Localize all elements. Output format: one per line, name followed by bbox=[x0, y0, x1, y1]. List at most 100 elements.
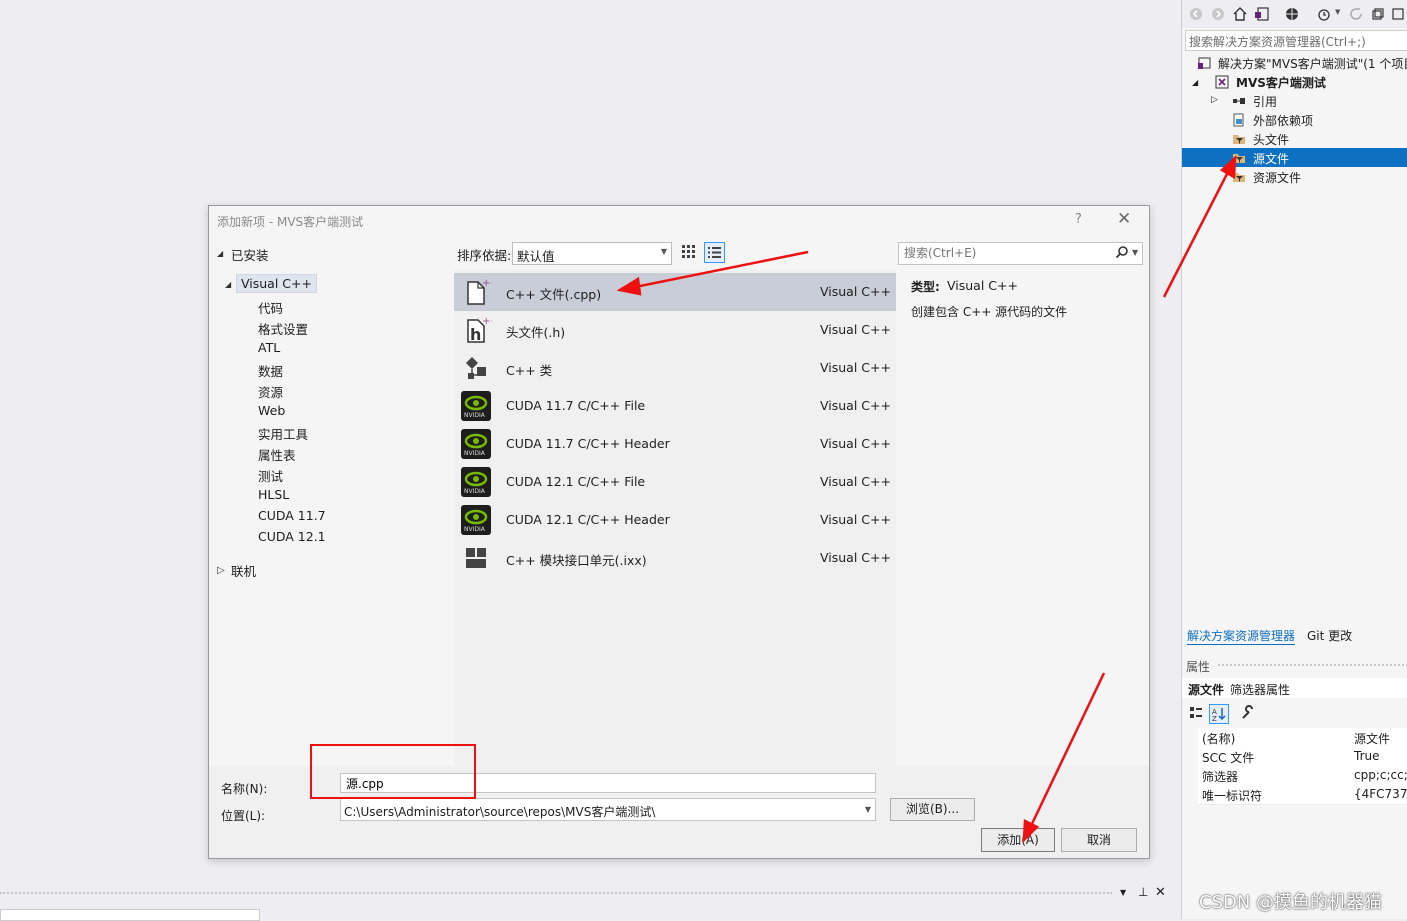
property-row[interactable]: 唯一标识符 {4FC737F bbox=[1198, 785, 1407, 805]
template-row-cuda-117-header[interactable]: NVIDIA CUDA 11.7 C/C++ Header Visual C++ bbox=[454, 425, 896, 463]
svg-text:++: ++ bbox=[482, 316, 492, 327]
refresh-icon[interactable] bbox=[1348, 6, 1364, 22]
location-combobox[interactable]: C:\Users\Administrator\source\repos\MVS客… bbox=[340, 798, 876, 821]
tree-item-cuda-117[interactable]: CUDA 11.7 bbox=[258, 508, 326, 523]
switch-views-icon[interactable] bbox=[1254, 6, 1270, 22]
categorized-icon[interactable] bbox=[1188, 705, 1204, 721]
tree-external-dependencies[interactable]: 外部依赖项 bbox=[1253, 112, 1313, 129]
properties-title: 属性 bbox=[1186, 660, 1211, 674]
tree-item-web[interactable]: Web bbox=[258, 403, 285, 418]
alphabetical-icon[interactable]: AZ bbox=[1209, 704, 1229, 724]
add-button[interactable]: 添加(A) bbox=[981, 828, 1055, 852]
tree-references[interactable]: 引用 bbox=[1253, 93, 1277, 110]
nvidia-icon: NVIDIA bbox=[461, 429, 491, 459]
forward-icon[interactable] bbox=[1210, 6, 1226, 22]
globe-icon[interactable] bbox=[1284, 6, 1300, 22]
property-value: {4FC737F bbox=[1354, 787, 1407, 801]
sort-select[interactable]: 默认值 ▼ bbox=[512, 242, 672, 265]
tree-source-files[interactable]: 源文件 bbox=[1253, 150, 1289, 167]
bottom-tool-window-strip: ▼ ⊥ ✕ bbox=[0, 882, 1181, 921]
history-icon[interactable] bbox=[1316, 6, 1332, 22]
cpp-class-icon bbox=[466, 357, 486, 379]
grid-view-icon[interactable] bbox=[680, 243, 698, 261]
properties-panel: 属性 源文件 筛选器属性 AZ (名称) 源文件 SCC 文件 True 筛选器… bbox=[1182, 654, 1407, 919]
tree-item-hlsl[interactable]: HLSL bbox=[258, 487, 289, 502]
header-file-icon: h ++ bbox=[467, 316, 492, 344]
search-icon[interactable] bbox=[1115, 245, 1129, 259]
grip-divider bbox=[0, 892, 1112, 898]
watermark: CSDN @摸鱼的机器猫 bbox=[1199, 892, 1383, 913]
wrench-icon[interactable] bbox=[1240, 705, 1256, 721]
svg-text:h: h bbox=[470, 325, 481, 344]
tree-installed[interactable]: 已安装 bbox=[231, 245, 269, 264]
template-row-cpp-class[interactable]: C++ 类 Visual C++ bbox=[454, 349, 896, 387]
panel-tabs: 解决方案资源管理器 Git 更改 bbox=[1182, 624, 1407, 646]
template-search-input[interactable] bbox=[902, 245, 1111, 261]
tree-item-cuda-121[interactable]: CUDA 12.1 bbox=[258, 529, 326, 544]
tree-resource-files[interactable]: 资源文件 bbox=[1253, 169, 1301, 186]
type-label: 类型: bbox=[911, 280, 940, 294]
template-row-cuda-121-file[interactable]: NVIDIA CUDA 12.1 C/C++ File Visual C++ bbox=[454, 463, 896, 501]
tree-item-property-sheet[interactable]: 属性表 bbox=[258, 445, 296, 464]
bottom-combo[interactable] bbox=[0, 909, 260, 921]
collapse-triangle-icon[interactable]: ◢ bbox=[217, 249, 223, 258]
pin-icon[interactable]: ⊥ bbox=[1138, 885, 1148, 899]
external-dependencies-icon bbox=[1233, 113, 1244, 127]
template-name: C++ 类 bbox=[506, 363, 553, 378]
template-row-cuda-121-header[interactable]: NVIDIA CUDA 12.1 C/C++ Header Visual C++ bbox=[454, 501, 896, 539]
template-search-box[interactable]: ▼ bbox=[898, 242, 1143, 265]
property-key: (名称) bbox=[1202, 732, 1236, 746]
template-row-header-file[interactable]: h ++ 头文件(.h) Visual C++ bbox=[454, 311, 896, 349]
tab-git-changes[interactable]: Git 更改 bbox=[1307, 627, 1352, 644]
property-row[interactable]: 筛选器 cpp;c;cc;c bbox=[1198, 766, 1407, 786]
close-button[interactable]: ✕ bbox=[1117, 209, 1131, 229]
chevron-down-icon[interactable]: ▼ bbox=[1335, 8, 1340, 16]
tree-item-atl[interactable]: ATL bbox=[258, 340, 280, 355]
collapse-triangle-icon[interactable]: ◢ bbox=[1192, 78, 1198, 87]
subject-kind: 筛选器属性 bbox=[1230, 683, 1291, 697]
expand-triangle-icon[interactable]: ▷ bbox=[1211, 95, 1218, 105]
chevron-down-icon[interactable]: ▼ bbox=[1120, 888, 1126, 897]
svg-text:NVIDIA: NVIDIA bbox=[464, 526, 486, 533]
solution-node[interactable]: 解决方案"MVS客户端测试"(1 个项目 bbox=[1218, 55, 1407, 72]
collapse-triangle-icon[interactable]: ◢ bbox=[225, 280, 231, 289]
project-node[interactable]: MVS客户端测试 bbox=[1236, 74, 1326, 91]
browse-button[interactable]: 浏览(B)... bbox=[890, 798, 975, 821]
template-row-module-interface[interactable]: C++ 模块接口单元(.ixx) Visual C++ bbox=[454, 539, 896, 577]
chevron-down-icon[interactable]: ▼ bbox=[1132, 248, 1138, 257]
tree-item-code[interactable]: 代码 bbox=[258, 298, 283, 317]
project-icon bbox=[1215, 75, 1229, 89]
filter-folder-icon bbox=[1233, 135, 1245, 144]
template-language: Visual C++ bbox=[820, 512, 891, 527]
list-view-icon[interactable] bbox=[704, 242, 725, 263]
properties-subject[interactable]: 源文件 筛选器属性 bbox=[1182, 678, 1407, 698]
template-row-cuda-117-file[interactable]: NVIDIA CUDA 11.7 C/C++ File Visual C++ bbox=[454, 387, 896, 425]
collapse-all-icon[interactable] bbox=[1370, 6, 1386, 22]
cpp-file-icon: ++ bbox=[467, 278, 492, 305]
tab-solution-explorer[interactable]: 解决方案资源管理器 bbox=[1187, 627, 1296, 645]
tree-item-utility[interactable]: 实用工具 bbox=[258, 424, 308, 443]
cancel-button[interactable]: 取消 bbox=[1061, 828, 1137, 852]
template-language: Visual C++ bbox=[820, 284, 891, 299]
tree-item-resource[interactable]: 资源 bbox=[258, 382, 283, 401]
sort-label: 排序依据: bbox=[457, 248, 512, 263]
close-icon[interactable]: ✕ bbox=[1155, 885, 1166, 900]
tree-item-data[interactable]: 数据 bbox=[258, 361, 283, 380]
property-row[interactable]: SCC 文件 True bbox=[1198, 747, 1407, 767]
module-icon bbox=[466, 548, 486, 568]
solution-search-input[interactable]: 搜索解决方案资源管理器(Ctrl+;) bbox=[1185, 30, 1407, 51]
property-row[interactable]: (名称) 源文件 bbox=[1198, 728, 1407, 748]
home-icon[interactable] bbox=[1232, 6, 1248, 22]
sort-select-value: 默认值 bbox=[517, 249, 555, 264]
template-row-cpp-file[interactable]: ++ C++ 文件(.cpp) Visual C++ bbox=[454, 273, 896, 311]
expand-triangle-icon[interactable]: ▷ bbox=[217, 565, 225, 576]
back-icon[interactable] bbox=[1188, 6, 1204, 22]
help-button[interactable]: ? bbox=[1075, 212, 1082, 227]
tree-online[interactable]: 联机 bbox=[231, 561, 256, 580]
show-all-files-icon[interactable] bbox=[1390, 6, 1406, 22]
tree-visual-cpp[interactable]: Visual C++ bbox=[236, 274, 317, 293]
tree-item-test[interactable]: 测试 bbox=[258, 466, 283, 485]
chevron-down-icon[interactable]: ▼ bbox=[865, 805, 871, 814]
tree-item-formatting[interactable]: 格式设置 bbox=[258, 319, 308, 338]
tree-header-files[interactable]: 头文件 bbox=[1253, 131, 1289, 148]
